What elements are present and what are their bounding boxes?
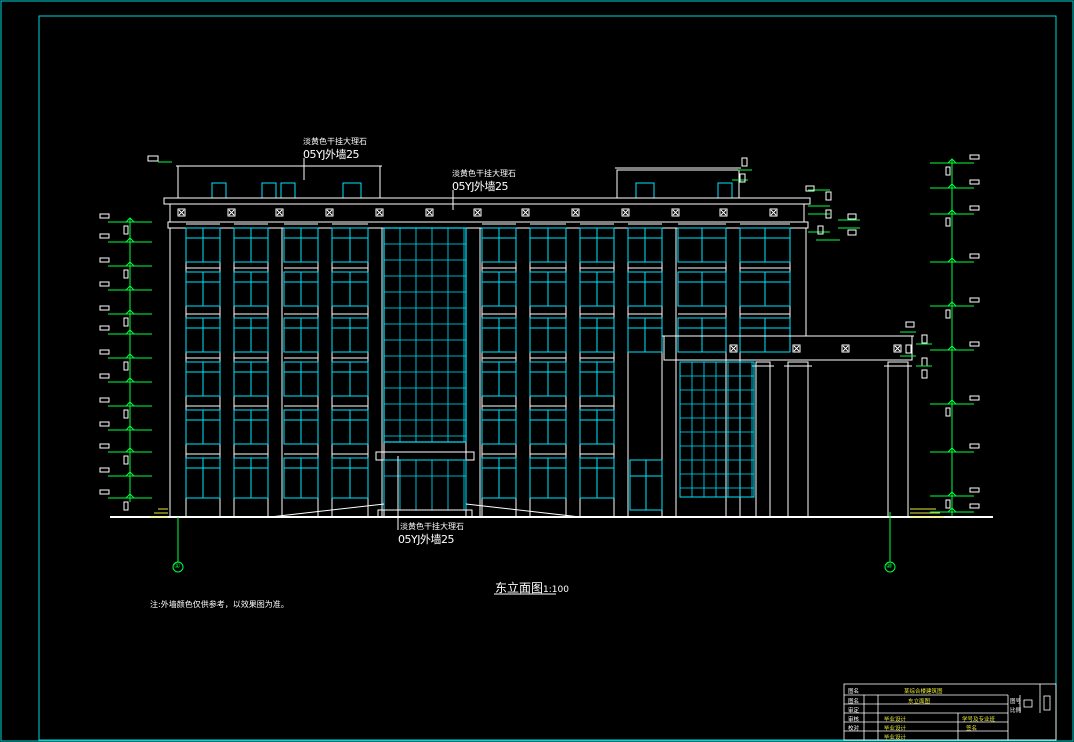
- axis-lines: [172, 512, 896, 573]
- tb-value-3: 毕业设计: [884, 726, 907, 732]
- elevation-marks-left: [99, 213, 152, 511]
- tb-key-1: 图名: [848, 699, 860, 705]
- tb-extra-2: 学号及专业班: [962, 717, 996, 723]
- canopy-ornaments: [729, 344, 902, 353]
- window-grid: [185, 223, 791, 499]
- entrance-canopy: [662, 335, 914, 518]
- elevation-marks-right: [930, 154, 980, 516]
- wing-curtain-wall: [629, 361, 755, 511]
- annotation-spec-1: 05YJ外墙25: [303, 148, 359, 161]
- tb-sheet-label2: 比例: [1010, 708, 1022, 714]
- elevation-drawing: [0, 0, 1074, 742]
- tb-value-0: 某综合楼建筑图: [904, 689, 943, 695]
- cornice-ornaments: [177, 208, 778, 217]
- tb-key-4: 校对: [848, 726, 860, 732]
- drawing-note: 注:外墙颜色仅供参考，以效果图为准。: [150, 600, 289, 609]
- tb-extra-3: 签名: [966, 726, 978, 732]
- left-top-mark: [147, 155, 159, 162]
- axis-label-2: ⑩: [886, 562, 893, 570]
- outer-border: [0, 0, 1074, 742]
- tb-value-2: 毕业设计: [884, 717, 907, 723]
- drawing-title-scale: 1:100: [543, 585, 569, 595]
- drawing-title: 东立面图1:100: [495, 579, 569, 596]
- drawing-title-text: 东立面图: [495, 581, 544, 595]
- tb-value-4: 毕业设计: [884, 735, 907, 741]
- axis-label-1: ①: [174, 562, 181, 570]
- tb-value-1: 东立面图: [908, 699, 931, 705]
- tb-sheet-label: 图号: [1010, 699, 1022, 705]
- tb-key-3: 审核: [848, 717, 860, 723]
- tb-key-2: 审定: [848, 708, 860, 714]
- tb-key-0: 图名: [848, 689, 860, 695]
- annotation-spec-2: 05YJ外墙25: [452, 180, 508, 193]
- annotation-spec-3: 05YJ外墙25: [398, 533, 454, 546]
- title-block: [843, 683, 1057, 741]
